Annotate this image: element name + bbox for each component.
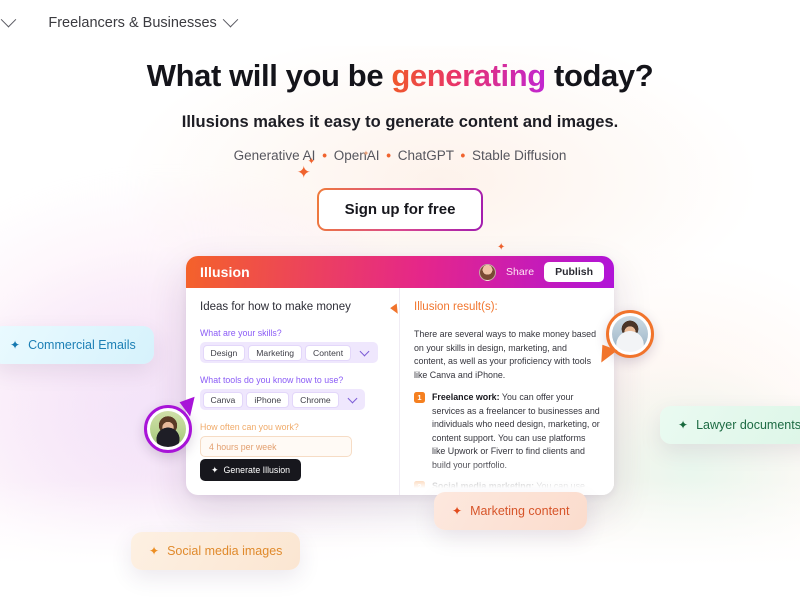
chevron-down-icon[interactable]: [347, 393, 358, 404]
share-button[interactable]: Share: [506, 266, 534, 278]
result-item-body: You can offer your services as a freelan…: [432, 392, 600, 470]
results-pane: Illusion result(s): There are several wa…: [400, 288, 614, 495]
sparkle-icon: ✦: [296, 163, 311, 182]
feature-chip-label: Commercial Emails: [28, 338, 136, 352]
nav-item-label: Freelancers & Businesses: [48, 14, 217, 31]
signup-button-border: ✦ ✦ ✦ ✦ Sign up for free: [297, 150, 506, 253]
chevron-down-icon: [222, 11, 239, 28]
keyword-separator: •: [386, 148, 391, 163]
avatar: [150, 411, 186, 447]
plus-icon: ✦: [10, 338, 21, 352]
feature-chip-label: Social media images: [167, 544, 283, 558]
tools-chip-group[interactable]: Canva iPhone Chrome: [200, 389, 366, 410]
plus-icon: ✦: [678, 418, 689, 432]
chip-iphone[interactable]: iPhone: [246, 391, 290, 408]
list-number-badge: 2: [414, 481, 425, 493]
plus-icon: ✦: [452, 504, 463, 518]
background-fade-bottom: [0, 480, 800, 600]
avatar: [612, 316, 648, 352]
nav-item-freelancers-businesses[interactable]: Freelancers & Businesses: [48, 11, 239, 31]
results-title: Illusion result(s):: [414, 301, 498, 313]
plus-icon: ✦: [149, 544, 160, 558]
hero-section: What will you be generating today? Illus…: [0, 58, 800, 163]
frequency-input[interactable]: 4 hours per week: [200, 436, 352, 457]
collaborator-avatar-right[interactable]: [596, 310, 654, 367]
app-preview-card: Illusion Share Publish Ideas for how to …: [186, 256, 614, 495]
generate-illusion-button[interactable]: ✦ Generate Illusion: [200, 459, 302, 481]
app-header-actions: Share Publish: [479, 262, 604, 282]
keyword-chatgpt: ChatGPT: [397, 148, 454, 163]
sparkle-icon: ✦: [211, 464, 219, 475]
list-number-badge: 1: [414, 392, 425, 404]
chip-design[interactable]: Design: [202, 344, 246, 361]
keyword-openai: OpenAI: [333, 148, 380, 163]
page-title-before: What will you be: [146, 58, 392, 93]
chevron-down-icon: [1, 11, 17, 28]
skills-chip-group[interactable]: Design Marketing Content: [200, 342, 378, 363]
result-item-title: Freelance work:: [432, 392, 500, 403]
result-item-text: Freelance work: You can offer your servi…: [432, 391, 600, 472]
result-item-title: Social media marketing:: [432, 481, 535, 492]
field-label: What tools do you know how to use?: [200, 375, 344, 385]
feature-chip-label: Marketing content: [470, 504, 570, 518]
field-label: What are your skills?: [200, 328, 282, 338]
feature-chip-social-media-images[interactable]: ✦ Social media images: [131, 532, 301, 570]
keyword-separator: •: [460, 148, 466, 163]
hero-keyword-list: Generative AI • OpenAI • ChatGPT • Stabl…: [0, 148, 800, 163]
page-title-accent: generating: [391, 58, 546, 93]
field-tools: What tools do you know how to use? Canva…: [200, 375, 385, 410]
field-skills: What are your skills? Design Marketing C…: [200, 328, 385, 363]
avatar[interactable]: [479, 263, 497, 281]
field-frequency: How often can you work? 4 hours per week: [200, 422, 385, 457]
app-brand-name: Illusion: [200, 264, 250, 280]
feature-chip-lawyer-documents[interactable]: ✦ Lawyer documents: [660, 406, 800, 444]
prompt-form-pane: Ideas for how to make money What are you…: [186, 288, 400, 495]
nav-item-pricing[interactable]: ing: [0, 11, 17, 31]
results-intro-text: There are several ways to make money bas…: [414, 329, 597, 380]
chip-canva[interactable]: Canva: [202, 391, 244, 408]
collaborator-avatar-left[interactable]: [144, 396, 201, 453]
page-title-after: today?: [545, 58, 654, 93]
signup-button[interactable]: Sign up for free: [318, 190, 482, 229]
feature-chip-label: Lawyer documents: [696, 418, 800, 432]
feature-chip-marketing-content[interactable]: ✦ Marketing content: [434, 492, 588, 530]
app-header-bar: Illusion Share Publish: [186, 256, 614, 288]
chip-chrome[interactable]: Chrome: [292, 391, 339, 408]
generate-button-label: Generate Illusion: [223, 465, 291, 475]
top-navigation: ing Freelancers & Businesses: [0, 0, 800, 46]
chip-marketing[interactable]: Marketing: [248, 344, 302, 361]
app-body: Ideas for how to make money What are you…: [186, 288, 614, 495]
field-label: How often can you work?: [200, 422, 299, 432]
prompt-title: Ideas for how to make money: [200, 301, 351, 313]
hero-subtitle: Illusions makes it easy to generate cont…: [181, 113, 619, 131]
page-title: What will you be generating today?: [0, 58, 800, 94]
keyword-stable-diffusion: Stable Diffusion: [472, 148, 567, 163]
cta-container: ✦ ✦ ✦ ✦ Sign up for free: [0, 150, 800, 253]
publish-button[interactable]: Publish: [544, 262, 604, 282]
chevron-down-icon[interactable]: [359, 346, 370, 357]
feature-chip-commercial-emails[interactable]: ✦ Commercial Emails: [0, 326, 154, 364]
keyword-generative-ai: Generative AI: [233, 148, 316, 163]
result-list-item: 1 Freelance work: You can offer your ser…: [414, 391, 600, 472]
keyword-separator: •: [322, 148, 327, 163]
chip-content[interactable]: Content: [305, 344, 352, 361]
sparkle-icon: ✦: [497, 242, 506, 253]
